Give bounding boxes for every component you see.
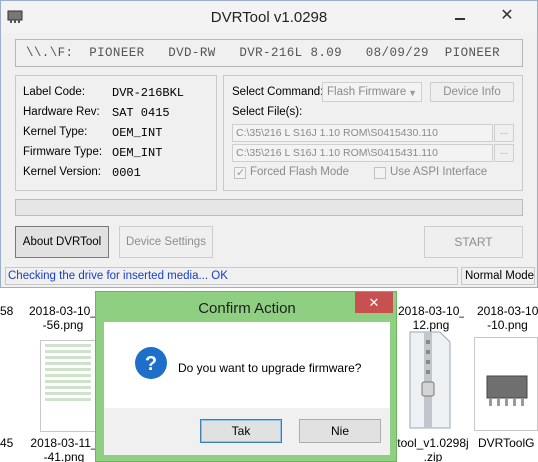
status-message: Checking the drive for inserted media...… (5, 267, 458, 285)
forced-flash-label: Forced Flash Mode (250, 166, 350, 178)
browse-file-2-button[interactable]: ... (494, 144, 514, 162)
about-button[interactable]: About DVRTool (15, 226, 109, 258)
dialog-close-button[interactable]: ✕ (355, 292, 393, 313)
desktop-file-3[interactable]: 2018-03-10_11-39 -10.png (477, 304, 538, 332)
close-icon[interactable]: ✕ (479, 5, 535, 27)
status-bar: Checking the drive for inserted media...… (5, 267, 535, 285)
file-name: 2018-03-10_11-39 (398, 304, 464, 318)
confirm-dialog: Confirm Action ✕ ? Do you want to upgrad… (95, 291, 397, 462)
device-info-group: Label Code: DVR-216BKL Hardware Rev: SAT… (15, 75, 217, 191)
file-name: 2018-03-10_11-39 (477, 304, 538, 318)
app-file-thumbnail (474, 337, 538, 431)
zip-file-icon (409, 331, 451, 429)
file-name-ext: -41.png (43, 450, 85, 462)
device-info-button[interactable]: Device Info (430, 82, 514, 102)
dvrtool-chip-icon (486, 375, 528, 406)
yes-button[interactable]: Tak (200, 419, 282, 443)
file-name: tool_v1.0298j (397, 436, 469, 450)
drive-info-text: \\.\F: PIONEER DVD-RW DVR-216L 8.09 08/0… (26, 46, 501, 60)
select-command-label: Select Command: (232, 86, 324, 98)
drive-info-bar: \\.\F: PIONEER DVD-RW DVR-216L 8.09 08/0… (15, 39, 523, 67)
label-code-value: DVR-216BKL (112, 86, 185, 100)
file-name: 2018-03-11_ (30, 436, 98, 450)
start-button[interactable]: START (424, 226, 523, 258)
desktop-file-1[interactable]: 2018-03-10_ -56.png (28, 304, 98, 332)
command-select[interactable]: Flash Firmware ▼ (322, 82, 422, 102)
title-bar[interactable]: DVRTool v1.0298 ✕ (1, 1, 537, 33)
svg-text:?: ? (145, 353, 157, 375)
desktop-file-5[interactable]: tool_v1.0298j .zip (397, 436, 469, 462)
minimize-button[interactable] (446, 7, 474, 27)
use-aspi-checkbox[interactable] (374, 167, 386, 179)
file-thumbnail (40, 340, 96, 432)
file-name: DVRToolG (478, 436, 535, 450)
file-label-edge: 58 (0, 304, 14, 318)
desktop-file-4[interactable]: 2018-03-11_ -41.png (28, 436, 100, 462)
file-label-edge: 45 (0, 436, 14, 450)
dialog-title: Confirm Action (198, 300, 296, 317)
status-mode: Normal Mode (461, 267, 535, 285)
kernel-version-value: 0001 (112, 166, 141, 180)
question-icon: ? (135, 347, 167, 379)
desktop-file-2[interactable]: 2018-03-10_11-39 12.png (398, 304, 464, 332)
dialog-message: Do you want to upgrade firmware? (178, 361, 362, 375)
firmware-file-2-input[interactable]: C:\35\216 L S16J 1.10 ROM\S0415431.110 (232, 144, 493, 162)
file-name: 2018-03-10_ (28, 304, 98, 318)
kernel-type-label: Kernel Type: (23, 126, 88, 138)
select-files-label: Select File(s): (232, 106, 303, 118)
desktop-file-6[interactable]: DVRToolG (478, 436, 538, 450)
hardware-rev-label: Hardware Rev: (23, 106, 100, 118)
dvrtool-window: DVRTool v1.0298 ✕ \\.\F: PIONEER DVD-RW … (0, 0, 538, 288)
label-code-label: Label Code: (23, 86, 86, 98)
command-select-value: Flash Firmware (327, 86, 407, 98)
hardware-rev-value: SAT 0415 (112, 106, 170, 120)
file-name-ext: -56.png (42, 318, 84, 332)
chevron-down-icon: ▼ (408, 88, 417, 98)
file-name-ext: .zip (423, 450, 443, 462)
progress-bar (15, 199, 523, 216)
no-button[interactable]: Nie (299, 419, 381, 443)
kernel-type-value: OEM_INT (112, 126, 163, 140)
device-settings-button[interactable]: Device Settings (119, 226, 213, 258)
forced-flash-checkbox[interactable]: ✓ (234, 167, 246, 179)
command-group: Select Command: Flash Firmware ▼ Device … (223, 75, 523, 191)
firmware-type-label: Firmware Type: (23, 146, 103, 158)
kernel-version-label: Kernel Version: (23, 166, 101, 178)
browse-file-1-button[interactable]: ... (494, 124, 514, 142)
firmware-type-value: OEM_INT (112, 146, 163, 160)
file-name-ext: -10.png (487, 318, 528, 332)
checkmark-icon: ✓ (236, 167, 246, 179)
firmware-file-1-input[interactable]: C:\35\216 L S16J 1.10 ROM\S0415430.110 (232, 124, 493, 142)
use-aspi-label: Use ASPI Interface (390, 166, 488, 178)
